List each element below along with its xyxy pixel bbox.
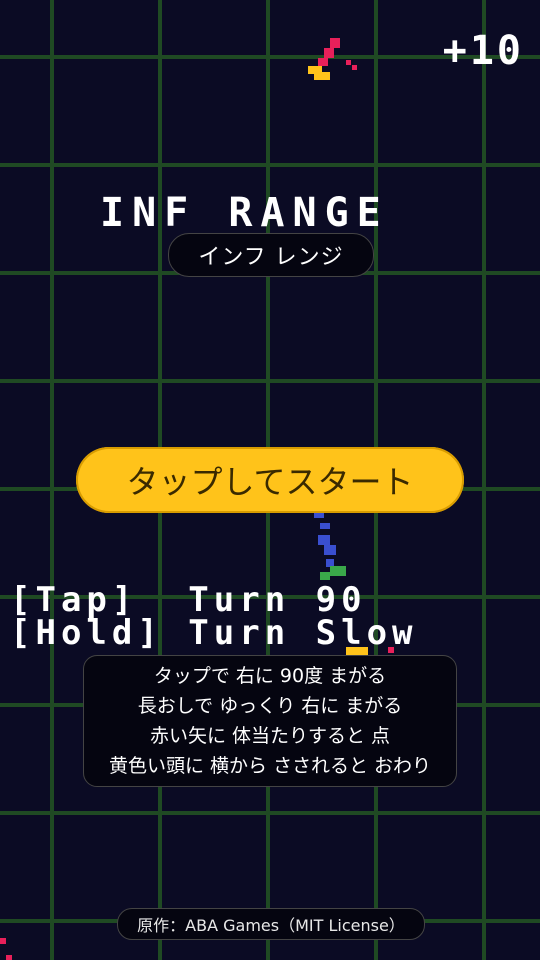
instructions-panel: タップで 右に 90度 まがる 長おしで ゆっくり 右に まがる 赤い矢に 体当… <box>83 655 457 787</box>
control-hint-hold: [Hold] Turn Slow <box>10 613 418 653</box>
instruction-line: タップで 右に 90度 まがる <box>153 665 387 687</box>
instruction-line: 赤い矢に 体当たりすると 点 <box>149 725 391 747</box>
game-canvas[interactable]: +10 INF RANGE インフ レンジ タップしてスタート [Tap] Tu… <box>0 0 540 960</box>
instruction-line: 長おしで ゆっくり 右に まがる <box>137 695 403 717</box>
score-display: +10 <box>442 28 524 74</box>
grid-line <box>0 811 540 815</box>
game-subtitle: インフ レンジ <box>168 233 374 277</box>
grid-line <box>0 379 540 383</box>
start-button[interactable]: タップしてスタート <box>76 447 464 513</box>
game-title: INF RANGE <box>100 190 389 236</box>
grid-line <box>0 163 540 167</box>
credit-label: 原作：ABA Games（MIT License） <box>117 908 425 940</box>
grid-line <box>50 0 54 960</box>
grid-line <box>482 0 486 960</box>
instruction-line: 黄色い頭に 横から さされると おわり <box>108 755 432 777</box>
